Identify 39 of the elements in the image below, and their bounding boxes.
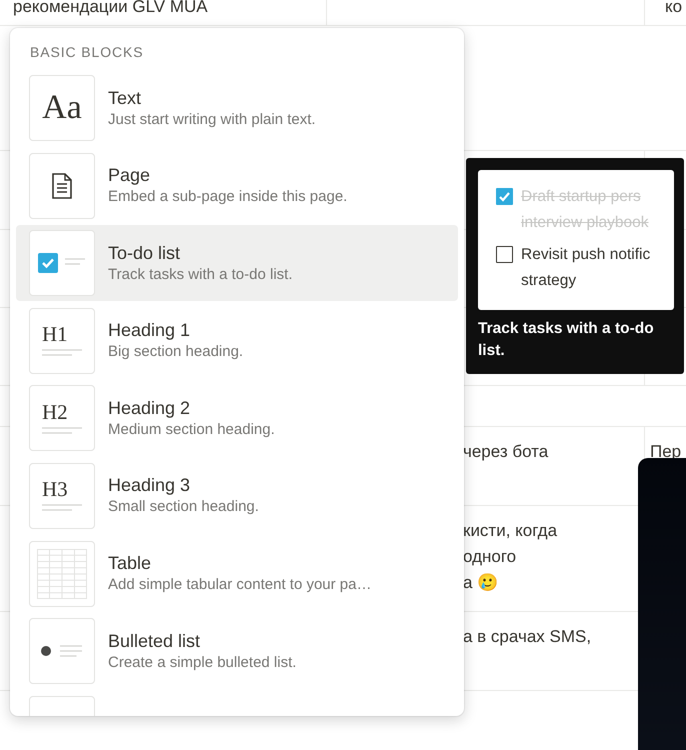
todo-text: Draft startup pers interview playbook (521, 187, 649, 233)
option-title: Heading 2 (108, 396, 190, 420)
table-cell-text: а в срачах SMS, (463, 627, 592, 646)
block-option[interactable]: Table Add simple tabular content to your pa… (16, 536, 458, 612)
option-title: Heading 3 (108, 474, 190, 498)
option-title: Bulleted list (108, 630, 200, 653)
option-title: To-do list (108, 242, 180, 265)
checkbox-icon (37, 252, 87, 274)
block-option[interactable]: H1 Heading 1 Big section heading. (16, 302, 458, 379)
section-title: BASIC BLOCKS (30, 44, 144, 60)
table-cell-text: Пер (650, 442, 682, 461)
table-cell-text: ко (665, 0, 682, 16)
option-description: Create a simple bulleted list. (108, 652, 296, 673)
block-option[interactable]: Aa Text Just start writing with plain text. (16, 70, 458, 146)
option-title: Table (108, 552, 152, 576)
bullet-list-icon (40, 643, 84, 660)
table-cell-text: рекомендации GLV MUA (13, 0, 208, 16)
option-description: Add simple tabular content to your pa… (108, 575, 372, 596)
option-title: Page (108, 164, 150, 188)
option-description: Small section heading. (108, 497, 259, 518)
block-option[interactable]: Bulleted list Create a simple bulleted list. (16, 613, 458, 690)
option-title: Heading 1 (108, 319, 190, 342)
option-title: Text (108, 86, 142, 110)
text-block-icon: Aa (42, 89, 82, 127)
tooltip-caption: Track tasks with a to-do list. (478, 319, 655, 361)
block-option[interactable]: Page Embed a sub-page inside this page. (16, 148, 458, 224)
option-description: Embed a sub-page inside this page. (108, 187, 348, 208)
option-description: Big section heading. (108, 342, 244, 362)
table-cell-text: кисти, когда одного а 🥲 (463, 521, 558, 592)
block-option[interactable]: H3 Heading 3 Small section heading. (16, 458, 458, 534)
block-option[interactable]: To-do list Track tasks with a to-do list. (16, 225, 458, 302)
document-icon (51, 172, 73, 199)
todo-text: Revisit push notific strategy (521, 245, 650, 291)
table-cell-text: через бота (463, 442, 548, 461)
table-grid-icon (37, 548, 87, 599)
block-option[interactable]: H2 Heading 2 Medium section heading. (16, 380, 458, 456)
option-description: Just start writing with plain text. (108, 110, 316, 130)
option-description: Track tasks with a to-do list. (108, 264, 292, 285)
option-description: Medium section heading. (108, 420, 275, 440)
